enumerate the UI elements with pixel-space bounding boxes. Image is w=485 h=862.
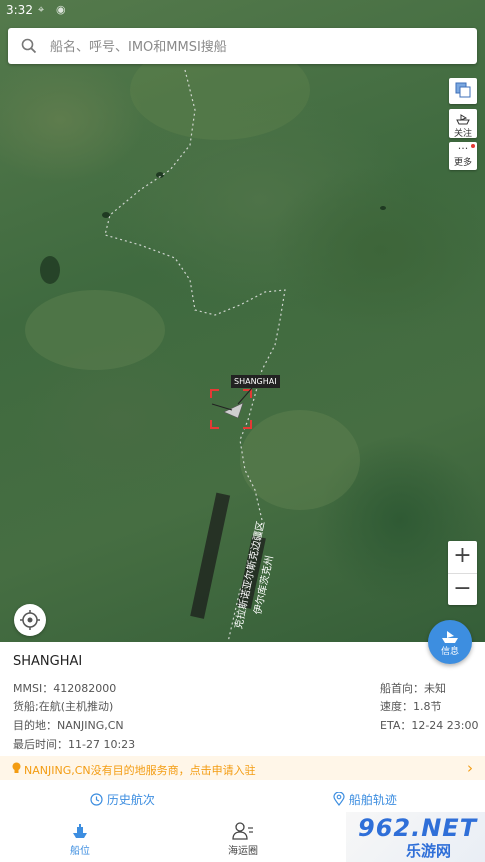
history-voyage-label: 历史航次: [106, 793, 155, 807]
zoom-control: + −: [448, 541, 477, 605]
location-pin-icon: [333, 791, 345, 806]
notice-text: NANJING,CN没有目的地服务商，点击申请入驻: [24, 764, 256, 777]
destination-notice[interactable]: NANJING,CN没有目的地服务商，点击申请入驻 ›: [0, 756, 485, 780]
ship-heading: 船首向：未知: [380, 682, 446, 695]
search-bar[interactable]: [8, 28, 477, 64]
satellite-map[interactable]: 克拉斯诺亚尔斯克边疆区 伊尔库茨克州 SHANGHAI: [0, 0, 485, 642]
zoom-out-button[interactable]: −: [448, 574, 477, 606]
locate-button[interactable]: [14, 604, 46, 636]
zoom-in-button[interactable]: +: [448, 541, 477, 573]
layers-icon: [455, 82, 471, 98]
ship-last-time: 最后时间：11-27 10:23: [13, 738, 136, 751]
ship-name: SHANGHAI: [13, 654, 83, 669]
map-overlay: [25, 40, 386, 642]
ship-status: 货船;在航(主机推动): [13, 700, 114, 713]
watermark-brand: 962.NET: [358, 814, 478, 842]
watermark-sub: 乐游网: [406, 842, 452, 860]
tab-ship-position-label: 船位: [70, 846, 90, 857]
ship-eta: ETA：12-24 23:00: [380, 719, 479, 732]
follow-ship-icon: [456, 114, 470, 125]
tab-shipping-chart-label: 海运圈: [228, 846, 258, 857]
follow-button[interactable]: 关注: [449, 109, 477, 139]
more-label: 更多: [453, 158, 472, 168]
ship-info-icon: [442, 631, 458, 643]
status-bar: 3:32 ⌖ ◉: [0, 0, 485, 24]
clock-icon: [90, 793, 103, 806]
watermark-logo: 962.NET 乐游网: [346, 812, 485, 862]
location-status-icon: ⌖: [38, 3, 45, 16]
ship-tab-icon: [73, 824, 87, 838]
ship-speed: 速度：1.8节: [380, 700, 442, 713]
status-time: 3:32: [6, 3, 33, 17]
chevron-right-icon: ›: [467, 759, 473, 777]
ship-track-button[interactable]: 船舶轨迹: [333, 791, 397, 808]
notification-dot: [471, 144, 475, 148]
info-fab-label: 信息: [440, 647, 459, 657]
tab-shipping-chart[interactable]: 海运圈: [203, 820, 283, 857]
people-icon: [232, 822, 253, 840]
ship-mmsi: MMSI：412082000: [13, 682, 117, 695]
ship-track-label: 船舶轨迹: [348, 793, 397, 807]
search-icon: [21, 38, 37, 54]
tab-ship-position[interactable]: 船位: [40, 820, 120, 857]
layers-button[interactable]: [449, 78, 477, 104]
lightbulb-icon: [12, 762, 21, 773]
ship-map-label[interactable]: SHANGHAI: [231, 375, 280, 388]
crosshair-icon: [20, 610, 40, 630]
history-voyage-button[interactable]: 历史航次: [90, 791, 155, 808]
ship-destination: 目的地：NANJING,CN: [13, 719, 124, 732]
notification-status-icon: ◉: [56, 3, 66, 16]
follow-label: 关注: [453, 129, 472, 139]
search-input[interactable]: [48, 34, 472, 60]
info-fab-button[interactable]: 信息: [428, 620, 472, 664]
more-button[interactable]: ··· 更多: [449, 142, 477, 170]
